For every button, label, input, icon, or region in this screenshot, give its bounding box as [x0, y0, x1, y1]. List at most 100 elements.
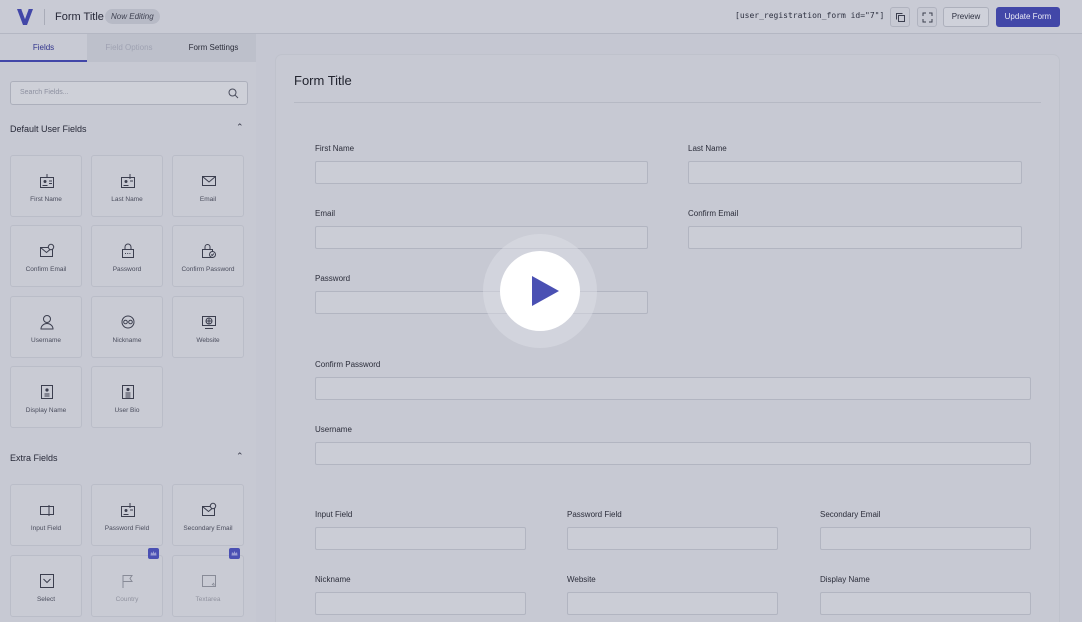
- field-tile-label: Input Field: [30, 525, 62, 532]
- secondary-email-input[interactable]: [820, 527, 1031, 550]
- tab-fields[interactable]: Fields: [0, 34, 87, 62]
- play-icon: [532, 276, 559, 306]
- fullscreen-button[interactable]: [917, 7, 937, 27]
- field-tile-label: Nickname: [112, 337, 142, 344]
- field-tile-label: Confirm Email: [25, 266, 67, 273]
- field-label-first-name: First Name: [315, 144, 355, 153]
- field-tile-input-field[interactable]: Input Field: [10, 484, 82, 546]
- logo-icon: [17, 8, 33, 25]
- copy-icon: [896, 13, 905, 22]
- field-tile-label: Secondary Email: [183, 525, 233, 532]
- section-default-user-fields: Default User Fields: [10, 124, 87, 134]
- field-tile-password-field[interactable]: Password Field: [91, 484, 163, 546]
- field-tile-user-bio[interactable]: User Bio: [91, 366, 163, 428]
- username-icon: [40, 315, 54, 330]
- field-tile-confirm-email[interactable]: Confirm Email: [10, 225, 82, 287]
- field-tile-password[interactable]: Password: [91, 225, 163, 287]
- confirm-password-input[interactable]: [315, 377, 1031, 400]
- display-name-icon: [41, 385, 53, 399]
- confirm-password-icon: [202, 244, 216, 258]
- preview-button[interactable]: Preview: [943, 7, 989, 27]
- search-placeholder: Search Fields...: [20, 89, 69, 96]
- password-field-input[interactable]: [567, 527, 778, 550]
- field-label-input-field: Input Field: [315, 510, 353, 519]
- password-input[interactable]: [315, 291, 648, 314]
- email-input[interactable]: [315, 226, 648, 249]
- confirm-email-input[interactable]: [688, 226, 1022, 249]
- chevron-up-icon[interactable]: ⌃: [236, 122, 244, 133]
- field-label-display-name: Display Name: [820, 575, 870, 584]
- section-extra-fields: Extra Fields: [10, 453, 58, 463]
- status-badge: Now Editing: [105, 9, 160, 24]
- search-input[interactable]: Search Fields...: [10, 81, 248, 105]
- pro-badge: [229, 548, 240, 559]
- field-label-username: Username: [315, 425, 352, 434]
- search-icon: [228, 88, 239, 99]
- username-input[interactable]: [315, 442, 1031, 465]
- copy-shortcode-button[interactable]: [890, 7, 910, 27]
- form-name[interactable]: Form Title: [55, 11, 104, 23]
- field-tile-username[interactable]: Username: [10, 296, 82, 358]
- fullscreen-icon: [922, 12, 933, 23]
- field-tile-first-name[interactable]: First Name: [10, 155, 82, 217]
- user-bio-icon: [122, 385, 134, 399]
- field-tile-confirm-password[interactable]: Confirm Password: [172, 225, 244, 287]
- last-name-input[interactable]: [688, 161, 1022, 184]
- password-icon: [122, 243, 134, 258]
- field-label-password-field: Password Field: [567, 510, 622, 519]
- crown-icon: [231, 551, 238, 556]
- tab-form-settings[interactable]: Form Settings: [171, 34, 256, 62]
- pro-badge: [148, 548, 159, 559]
- field-tile-nickname[interactable]: Nickname: [91, 296, 163, 358]
- field-tile-display-name[interactable]: Display Name: [10, 366, 82, 428]
- divider: [44, 9, 45, 25]
- field-tile-select[interactable]: Select: [10, 555, 82, 617]
- field-tile-email[interactable]: Email: [172, 155, 244, 217]
- chevron-up-icon[interactable]: ⌃: [236, 451, 244, 462]
- website-icon: [202, 316, 216, 329]
- field-tile-label: Textarea: [195, 596, 221, 603]
- last-name-icon: [121, 174, 135, 188]
- first-name-icon: [40, 174, 54, 188]
- play-video-button[interactable]: [500, 251, 580, 331]
- field-tile-secondary-email[interactable]: Secondary Email: [172, 484, 244, 546]
- field-tile-website[interactable]: Website: [172, 296, 244, 358]
- input-field-input[interactable]: [315, 527, 526, 550]
- shortcode-text: [user_registration_form id="7"]: [735, 11, 885, 20]
- form-canvas: Form Title First Name Last Name Email Co…: [275, 54, 1060, 622]
- field-tile-label: Select: [36, 596, 56, 603]
- field-tile-label: Email: [199, 196, 217, 203]
- field-tile-label: Password: [112, 266, 142, 273]
- country-flag-icon: [122, 575, 133, 588]
- password-field-icon: [121, 503, 135, 517]
- field-tile-label: Confirm Password: [181, 266, 235, 273]
- confirm-email-icon: [40, 243, 55, 257]
- field-label-nickname: Nickname: [315, 575, 351, 584]
- website-input[interactable]: [567, 592, 778, 615]
- nickname-icon: [121, 315, 135, 329]
- field-tile-label: Website: [196, 337, 220, 344]
- select-icon: [40, 574, 54, 588]
- field-tile-textarea[interactable]: Textarea: [172, 548, 244, 617]
- field-tile-label: First Name: [30, 196, 62, 203]
- update-form-button[interactable]: Update Form: [996, 7, 1060, 27]
- form-title[interactable]: Form Title: [294, 73, 352, 88]
- tab-field-options[interactable]: Field Options: [87, 34, 171, 62]
- sidebar-tabs: Fields Field Options Form Settings: [0, 34, 256, 62]
- field-tile-last-name[interactable]: Last Name: [91, 155, 163, 217]
- divider: [294, 102, 1041, 103]
- field-tile-label: User Bio: [114, 407, 140, 414]
- nickname-input[interactable]: [315, 592, 526, 615]
- field-label-confirm-password: Confirm Password: [315, 360, 381, 369]
- top-bar: Form Title Now Editing [user_registratio…: [0, 0, 1082, 34]
- field-tile-label: Display Name: [25, 407, 67, 414]
- input-field-icon: [40, 505, 54, 516]
- secondary-email-icon: [202, 502, 217, 516]
- display-name-input[interactable]: [820, 592, 1031, 615]
- field-label-confirm-email: Confirm Email: [688, 209, 739, 218]
- field-tile-label: Country: [115, 596, 139, 603]
- textarea-icon: [202, 575, 216, 587]
- first-name-input[interactable]: [315, 161, 648, 184]
- field-label-last-name: Last Name: [688, 144, 727, 153]
- field-tile-country[interactable]: Country: [91, 548, 163, 617]
